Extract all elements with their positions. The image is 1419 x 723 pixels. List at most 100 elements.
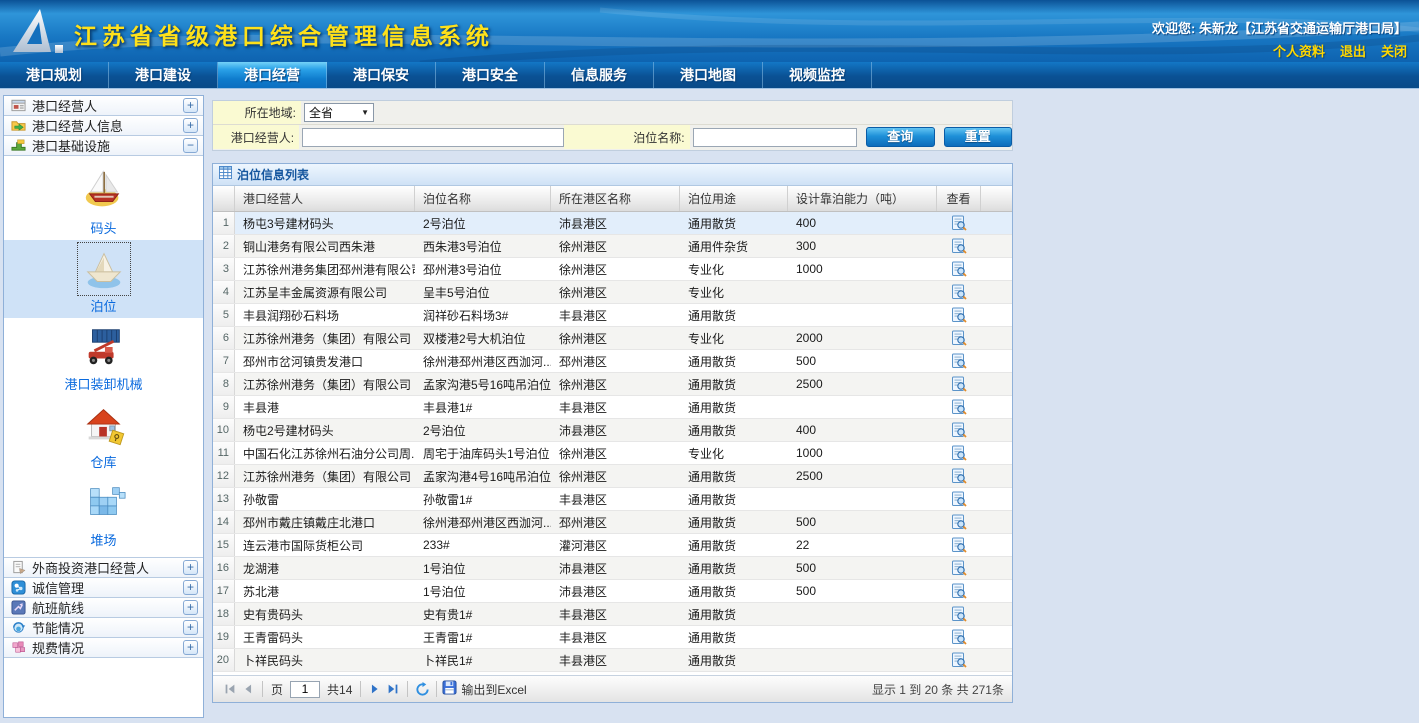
group-toggle-button[interactable]: +	[183, 580, 198, 595]
table-row[interactable]: 17 苏北港 1号泊位 沛县港区 通用散货 500	[213, 580, 1012, 603]
berth-name-input[interactable]	[693, 128, 857, 147]
table-row[interactable]: 10 杨屯2号建材码头 2号泊位 沛县港区 通用散货 400	[213, 419, 1012, 442]
group-toggle-button[interactable]: +	[183, 640, 198, 655]
header-links: 个人资料 退出 关闭	[1273, 41, 1407, 60]
view-record-icon[interactable]	[951, 422, 967, 438]
table-row[interactable]: 15 连云港市国际货柜公司 233# 灌河港区 通用散货 22	[213, 534, 1012, 557]
facility-item[interactable]: 仓库	[4, 396, 203, 474]
cell-usage: 通用散货	[680, 626, 788, 648]
facility-item[interactable]: 泊位	[4, 240, 203, 318]
reset-button[interactable]: 重置	[944, 127, 1012, 147]
cell-berth: 史有贵1#	[415, 603, 551, 625]
table-row[interactable]: 2 铜山港务有限公司西朱港 西朱港3号泊位 徐州港区 通用件杂货 300	[213, 235, 1012, 258]
view-record-icon[interactable]	[951, 399, 967, 415]
view-record-icon[interactable]	[951, 284, 967, 300]
facility-item-list: 码头 泊位 港口装卸机械 仓库	[4, 156, 203, 558]
table-row[interactable]: 5 丰县润翔砂石料场 润祥砂石料场3# 丰县港区 通用散货	[213, 304, 1012, 327]
table-row[interactable]: 19 王青雷码头 王青雷1# 丰县港区 通用散货	[213, 626, 1012, 649]
region-select[interactable]: 全省 ▼	[304, 103, 374, 122]
nav-tab[interactable]: 信息服务	[545, 62, 654, 88]
table-row[interactable]: 3 江苏徐州港务集团邳州港有限公司 邳州港3号泊位 徐州港区 专业化 1000	[213, 258, 1012, 281]
page-input[interactable]	[290, 681, 320, 698]
group-toggle-button[interactable]: +	[183, 118, 198, 133]
nav-tab[interactable]: 港口经营	[218, 62, 327, 88]
nav-tab[interactable]: 视频监控	[763, 62, 872, 88]
facility-item[interactable]: 堆场	[4, 474, 203, 552]
view-record-icon[interactable]	[951, 215, 967, 231]
nav-tab[interactable]: 港口建设	[109, 62, 218, 88]
table-row[interactable]: 13 孙敬雷 孙敬雷1# 丰县港区 通用散货	[213, 488, 1012, 511]
facility-item[interactable]: 码头	[4, 162, 203, 240]
view-record-icon[interactable]	[951, 445, 967, 461]
table-row[interactable]: 1 杨屯3号建材码头 2号泊位 沛县港区 通用散货 400	[213, 212, 1012, 235]
table-row[interactable]: 18 史有贵码头 史有贵1# 丰县港区 通用散货	[213, 603, 1012, 626]
table-row[interactable]: 11 中国石化江苏徐州石油分公司周... 周宅于油库码头1号泊位 徐州港区 专业…	[213, 442, 1012, 465]
facility-item[interactable]: 港口装卸机械	[4, 318, 203, 396]
nav-tab[interactable]: 港口规划	[0, 62, 109, 88]
group-toggle-button[interactable]: +	[183, 620, 198, 635]
view-record-icon[interactable]	[951, 537, 967, 553]
view-record-icon[interactable]	[951, 629, 967, 645]
table-row[interactable]: 6 江苏徐州港务（集团）有限公司 双楼港2号大机泊位 徐州港区 专业化 2000	[213, 327, 1012, 350]
view-record-icon[interactable]	[951, 376, 967, 392]
view-record-icon[interactable]	[951, 238, 967, 254]
cell-view	[937, 212, 981, 234]
header-link[interactable]: 个人资料	[1273, 41, 1325, 60]
view-record-icon[interactable]	[951, 330, 967, 346]
table-row[interactable]: 7 邳州市岔河镇贵发港口 徐州港邳州港区西泇河... 邳州港区 通用散货 500	[213, 350, 1012, 373]
view-record-icon[interactable]	[951, 560, 967, 576]
prev-page-button[interactable]	[239, 680, 257, 698]
nav-tab[interactable]: 港口保安	[327, 62, 436, 88]
cell-operator: 江苏徐州港务（集团）有限公司	[235, 327, 415, 349]
refresh-icon[interactable]	[413, 680, 431, 698]
view-record-icon[interactable]	[951, 307, 967, 323]
table-row[interactable]: 20 卜祥民码头 卜祥民1# 丰县港区 通用散货	[213, 649, 1012, 672]
view-record-icon[interactable]	[951, 514, 967, 530]
view-record-icon[interactable]	[951, 652, 967, 668]
table-row[interactable]: 12 江苏徐州港务（集团）有限公司 孟家沟港4号16吨吊泊位 徐州港区 通用散货…	[213, 465, 1012, 488]
berth-list-panel: 泊位信息列表 港口经营人 泊位名称 所在港区名称 泊位用途 设计靠泊能力（吨） …	[212, 163, 1013, 703]
nav-tab[interactable]: 港口地图	[654, 62, 763, 88]
group-toggle-button[interactable]: +	[183, 600, 198, 615]
table-row[interactable]: 14 邳州市戴庄镇戴庄北港口 徐州港邳州港区西泇河... 邳州港区 通用散货 5…	[213, 511, 1012, 534]
cell-filler	[981, 488, 1012, 510]
group-toggle-button[interactable]: −	[183, 138, 198, 153]
nav-tab[interactable]: 港口安全	[436, 62, 545, 88]
sidebar-group-header[interactable]: 诚信管理 +	[4, 578, 203, 598]
sidebar-group-header[interactable]: 外商投资港口经营人 +	[4, 558, 203, 578]
view-record-icon[interactable]	[951, 261, 967, 277]
view-record-icon[interactable]	[951, 491, 967, 507]
view-record-icon[interactable]	[951, 468, 967, 484]
sidebar-group-header[interactable]: 节能情况 +	[4, 618, 203, 638]
table-row[interactable]: 8 江苏徐州港务（集团）有限公司 孟家沟港5号16吨吊泊位 徐州港区 通用散货 …	[213, 373, 1012, 396]
table-row[interactable]: 9 丰县港 丰县港1# 丰县港区 通用散货	[213, 396, 1012, 419]
next-page-button[interactable]	[366, 680, 384, 698]
sidebar-group-header[interactable]: 港口基础设施 −	[4, 136, 203, 156]
last-page-button[interactable]	[384, 680, 402, 698]
cell-berth: 2号泊位	[415, 419, 551, 441]
group-toggle-button[interactable]: +	[183, 560, 198, 575]
sidebar-group-header[interactable]: 港口经营人信息 +	[4, 116, 203, 136]
cell-area: 沛县港区	[551, 580, 680, 602]
row-number: 18	[213, 603, 235, 625]
cell-area: 徐州港区	[551, 327, 680, 349]
table-row[interactable]: 4 江苏呈丰金属资源有限公司 呈丰5号泊位 徐州港区 专业化	[213, 281, 1012, 304]
first-page-button[interactable]	[221, 680, 239, 698]
operator-input[interactable]	[302, 128, 564, 147]
sidebar-group-header[interactable]: 港口经营人 +	[4, 96, 203, 116]
facility-item-label: 泊位	[90, 296, 116, 315]
table-body: 1 杨屯3号建材码头 2号泊位 沛县港区 通用散货 400	[213, 212, 1012, 672]
view-record-icon[interactable]	[951, 353, 967, 369]
view-record-icon[interactable]	[951, 606, 967, 622]
header-link[interactable]: 退出	[1340, 41, 1366, 60]
export-excel-button[interactable]: 输出到Excel	[442, 680, 526, 698]
cell-area: 丰县港区	[551, 396, 680, 418]
table-row[interactable]: 16 龙湖港 1号泊位 沛县港区 通用散货 500	[213, 557, 1012, 580]
sidebar-group-header[interactable]: 航班航线 +	[4, 598, 203, 618]
group-toggle-button[interactable]: +	[183, 98, 198, 113]
query-button[interactable]: 查询	[866, 127, 934, 147]
header-link[interactable]: 关闭	[1381, 41, 1407, 60]
sidebar-group-header[interactable]: 规费情况 +	[4, 638, 203, 658]
view-record-icon[interactable]	[951, 583, 967, 599]
cell-capacity: 1000	[788, 442, 937, 464]
